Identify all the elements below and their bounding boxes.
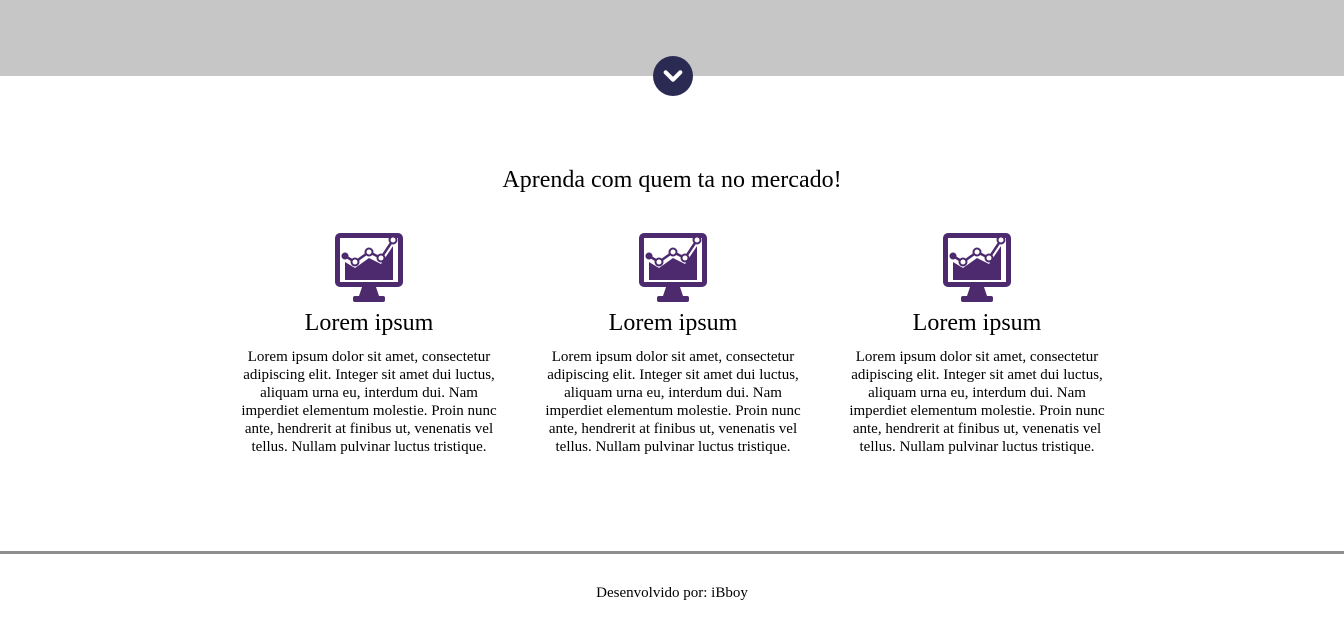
feature-title: Lorem ipsum [608,310,738,336]
feature-card: Lorem ipsum Lorem ipsum dolor sit amet, … [533,232,813,456]
footer-credit: Desenvolvido por: iBboy [596,585,748,601]
scroll-down-button[interactable] [653,56,693,96]
feature-card: Lorem ipsum Lorem ipsum dolor sit amet, … [229,232,509,456]
feature-card: Lorem ipsum Lorem ipsum dolor sit amet, … [837,232,1117,456]
feature-title: Lorem ipsum [912,310,1042,336]
monitor-chart-icon [335,233,403,302]
feature-description: Lorem ipsum dolor sit amet, consectetur … [545,349,801,455]
chevron-down-icon [663,70,683,82]
feature-description: Lorem ipsum dolor sit amet, consectetur … [241,349,497,455]
feature-title: Lorem ipsum [304,310,434,336]
footer-divider [0,551,1344,554]
monitor-chart-icon [639,233,707,302]
feature-description: Lorem ipsum dolor sit amet, consectetur … [849,349,1105,455]
section-heading: Aprenda com quem ta no mercado! [502,167,842,193]
monitor-chart-icon [943,233,1011,302]
